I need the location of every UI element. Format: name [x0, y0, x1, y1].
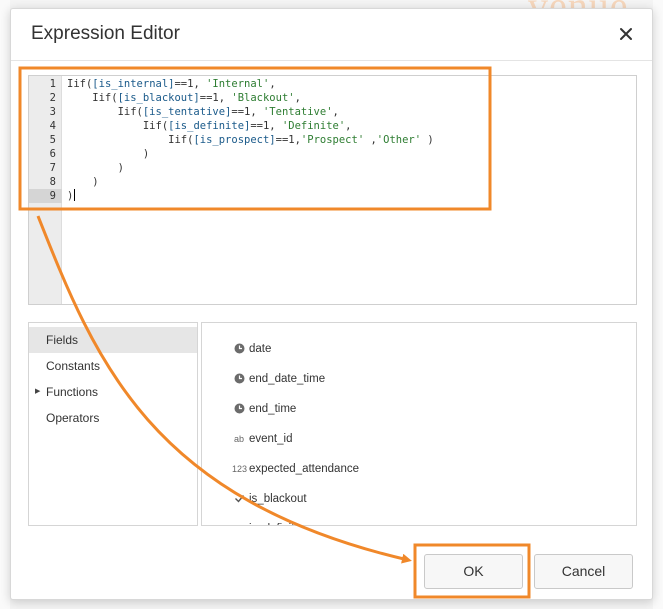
field-item-date[interactable]: date: [232, 339, 612, 359]
ok-button[interactable]: OK: [424, 554, 523, 589]
code-text-token: ==1,: [250, 120, 282, 132]
code-line: Iif([is_definite]==1, 'Definite',: [67, 119, 352, 133]
category-item-constants[interactable]: Constants: [29, 353, 197, 379]
clock-icon: [232, 369, 246, 389]
code-line: ): [67, 175, 99, 189]
code-string-token: 'Other': [376, 134, 422, 146]
checkmark-icon: [232, 519, 246, 525]
code-string-token: 'Definite': [281, 120, 346, 132]
code-text-token: ,: [364, 134, 377, 146]
code-string-token: 'Tentative': [262, 106, 333, 118]
code-line: ): [67, 147, 149, 161]
code-text-token: ==1,: [174, 78, 207, 90]
code-text-token: Iif(: [67, 106, 143, 118]
close-icon[interactable]: [615, 23, 637, 45]
code-line: Iif([is_tentative]==1, 'Tentative',: [67, 105, 339, 119]
field-item-is-definite[interactable]: is_definite: [232, 519, 612, 525]
line-number: 2: [49, 92, 56, 104]
code-text-token: ,: [294, 92, 301, 104]
field-label: is_definite: [249, 519, 301, 525]
dialog-title-bar: Expression Editor: [11, 9, 652, 61]
field-item-event-id[interactable]: ab event_id: [232, 429, 612, 449]
code-text-token: ): [67, 190, 74, 202]
code-text-token: Iif(: [67, 120, 169, 132]
field-item-is-blackout[interactable]: is_blackout: [232, 489, 612, 509]
clock-icon: [232, 339, 246, 359]
fields-list: date end_date_time end_timeab event_id 123 ex…: [201, 322, 637, 526]
line-number: 7: [49, 162, 56, 174]
expand-arrow-icon[interactable]: ▶: [35, 379, 40, 405]
code-line: Iif([is_blackout]==1, 'Blackout',: [67, 91, 301, 105]
line-number: 9: [29, 189, 62, 203]
code-text-token: ): [421, 134, 434, 146]
line-number: 6: [49, 148, 56, 160]
code-line: Iif([is_prospect]==1,'Prospect' ,'Other'…: [67, 133, 434, 147]
category-item-operators[interactable]: Operators: [29, 405, 197, 431]
code-text-token: ,: [269, 78, 276, 90]
line-number-gutter: 1 2 3 4 5 6 7 89: [29, 76, 62, 304]
category-item-functions[interactable]: ▶ Functions: [29, 379, 197, 405]
category-label: Operators: [46, 411, 100, 425]
line-number: 1: [49, 78, 56, 90]
field-label: end_time: [249, 403, 297, 415]
code-text-token: ==1,: [275, 134, 301, 146]
code-text-token: ,: [332, 106, 339, 118]
code-text-token: Iif(: [67, 92, 118, 104]
code-text-token: Iif(: [67, 134, 194, 146]
code-text-token: ==1,: [199, 92, 232, 104]
category-label: Constants: [46, 359, 101, 373]
clock-icon: [232, 399, 246, 419]
background-left-edge: [0, 0, 10, 609]
code-line: ): [67, 161, 124, 175]
code-field-token: [is_prospect]: [193, 134, 276, 146]
field-label: end_date_time: [249, 373, 326, 385]
code-text-token: Iif(: [67, 78, 93, 90]
code-text-token: ): [67, 148, 150, 160]
text-caret: [74, 189, 76, 201]
code-string-token: 'Internal': [206, 78, 270, 90]
category-item-fields[interactable]: Fields: [29, 327, 197, 353]
code-string-token: 'Blackout': [231, 92, 295, 104]
line-number: 3: [49, 106, 56, 118]
code-field-token: [is_tentative]: [142, 106, 232, 118]
text-type-icon: ab: [233, 434, 244, 444]
number-type-icon: 123: [232, 464, 248, 474]
code-line: Iif([is_internal]==1, 'Internal',: [67, 77, 276, 91]
category-label: Fields: [46, 333, 79, 347]
line-number: 4: [49, 120, 56, 132]
field-label: is_blackout: [249, 493, 307, 505]
code-text-token: ): [67, 176, 99, 188]
line-number: 5: [49, 134, 56, 146]
background-right-edge: [653, 0, 663, 609]
expression-editor-dialog: Expression Editor 123456789 Iif([is_inte…: [10, 8, 653, 600]
code-field-token: [is_internal]: [92, 78, 175, 90]
field-item-expected-attendance[interactable]: 123 expected_attendance: [232, 459, 612, 479]
code-field-token: [is_blackout]: [117, 92, 200, 104]
field-label: event_id: [249, 433, 293, 445]
code-text-token: ): [67, 162, 124, 174]
code-text-token: ,: [345, 120, 352, 132]
expression-code-editor[interactable]: 123456789 Iif([is_internal]==1, 'Interna…: [28, 75, 637, 305]
line-number: 8: [49, 176, 56, 188]
code-string-token: 'Prospect': [300, 134, 365, 146]
dialog-title: Expression Editor: [31, 23, 180, 44]
checkmark-icon: [232, 489, 246, 509]
field-item-end-time[interactable]: end_time: [232, 399, 612, 419]
field-label: date: [249, 343, 272, 355]
field-label: expected_attendance: [249, 463, 359, 475]
code-field-token: [is_definite]: [168, 120, 251, 132]
code-line: ): [67, 189, 76, 203]
cancel-button[interactable]: Cancel: [534, 554, 633, 589]
category-label: Functions: [46, 385, 99, 399]
field-item-end-date-time[interactable]: end_date_time: [232, 369, 612, 389]
code-text-token: ==1,: [231, 106, 263, 118]
category-list: Fields Constants ▶ Functions Operators: [28, 322, 198, 526]
